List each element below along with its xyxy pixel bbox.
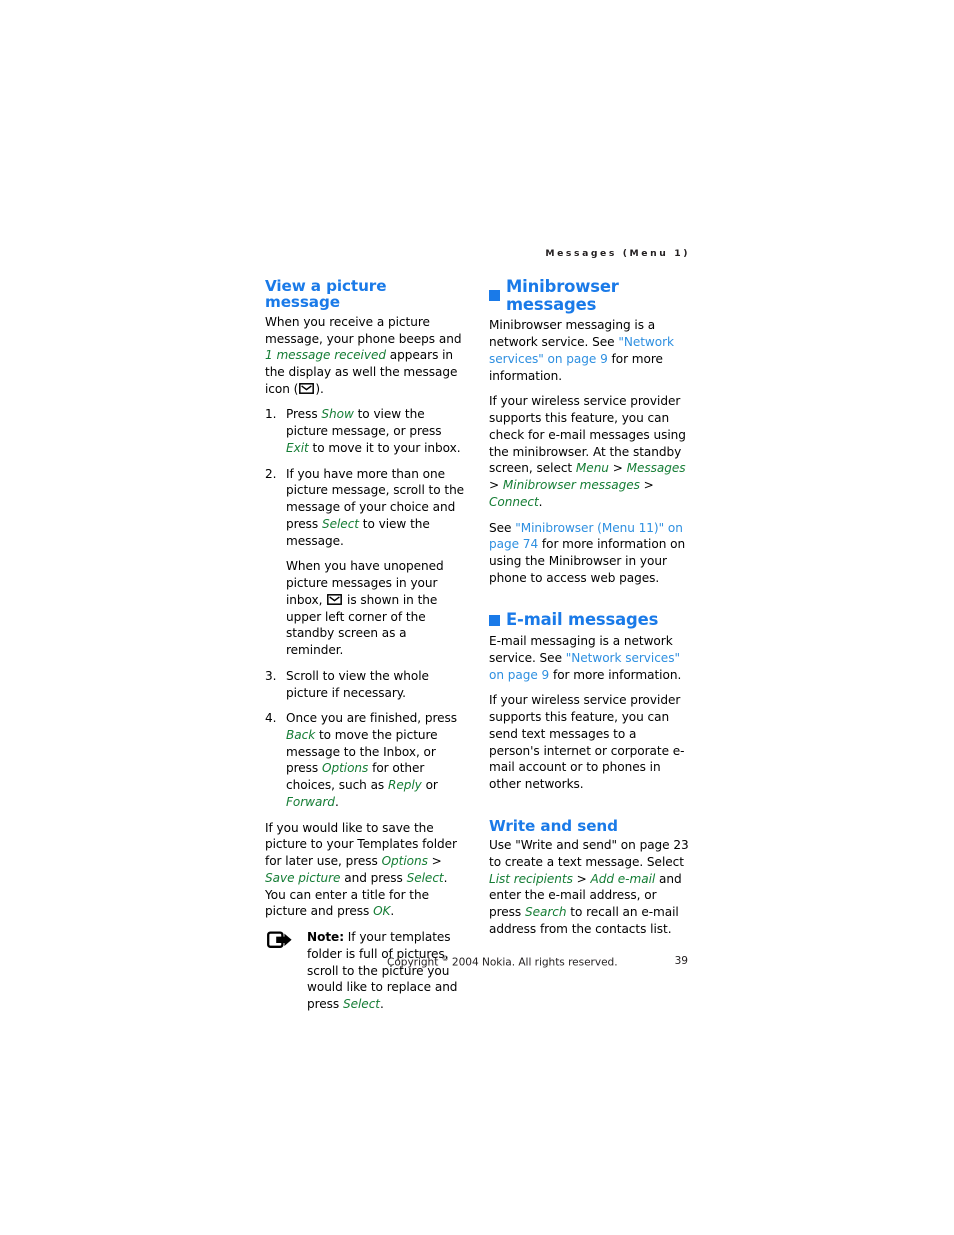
emphasis-menu: Menu [575,461,609,476]
text-segment: See [489,520,516,535]
paragraph-email-2: If your wireless service provider suppor… [489,693,685,792]
emphasis-save-picture: Save picture [265,870,341,885]
text-separator: > [608,461,627,476]
copyright-notice: Copyright © 2004 Nokia. All rights reser… [265,955,618,969]
text-segment: . [380,996,384,1011]
right-column: Minibrowser messages Minibrowser messagi… [489,278,690,947]
two-column-body: View a picture message When you receive … [265,278,690,1013]
heading-write-and-send: Write and send [489,816,618,835]
paragraph-save-picture: If you would like to save the picture to… [265,820,466,920]
step-number: 4. [265,711,277,726]
note-label: Note: [307,930,344,945]
text-segment: . [390,904,395,919]
text-separator: > [572,871,591,886]
emphasis-1-message-received: 1 message received [265,348,386,363]
copyright-symbol-icon: © [441,955,449,963]
text-separator: > [489,478,503,493]
text-segment: Use "Write and send" on page 23 to creat… [489,838,689,869]
text-segment: ). [315,381,324,396]
step-text: Once you are finished, press Back to mov… [286,710,466,810]
step-number: 2. [265,466,277,481]
list-item-step-3: 3. Scroll to view the whole picture if n… [265,668,466,701]
text-segment: Copyright [387,956,442,969]
left-column: View a picture message When you receive … [265,278,466,1013]
emphasis-show: Show [321,407,354,422]
step-text: Scroll to view the whole picture if nece… [286,668,466,701]
envelope-icon [327,593,343,605]
text-segment: Once you are finished, press [286,711,458,726]
text-segment: to move it to your inbox. [308,440,461,455]
emphasis-ok: OK [373,904,391,919]
heading-label: E-mail messages [506,610,659,630]
numbered-steps-list: 1. Press Show to view the picture messag… [265,406,466,810]
text-segment: Scroll to view the whole picture if nece… [286,668,429,700]
emphasis-select: Select [342,996,380,1011]
paragraph-write-and-send: Use "Write and send" on page 23 to creat… [489,837,690,937]
paragraph-minibrowser-1: Minibrowser messaging is a network servi… [489,317,690,384]
emphasis-messages: Messages [626,461,686,476]
text-segment: . [538,494,543,509]
text-segment: or [421,778,438,793]
text-separator: > [427,854,442,869]
step-text: If you have more than one picture messag… [286,466,466,550]
heading-view-a-picture-message: View a picture message [265,277,387,312]
emphasis-minibrowser-messages: Minibrowser messages [502,478,640,493]
note-block: Note: If your templates folder is full o… [265,929,466,1013]
paragraph-picture-intro: When you receive a picture message, your… [265,314,466,398]
section-marker-square-icon [489,614,500,626]
step-text: Press Show to view the picture message, … [286,406,466,456]
document-page: Messages (Menu 1) View a picture message… [0,0,954,1235]
emphasis-select: Select [406,870,444,885]
paragraph-email-1: E-mail messaging is a network service. S… [489,633,690,683]
text-segment: Press [286,407,322,422]
heading-email-messages: E-mail messages [489,611,690,629]
emphasis-back: Back [286,727,316,742]
text-segment: . [334,794,339,809]
emphasis-options: Options [321,761,369,776]
text-separator: > [639,478,654,493]
envelope-icon [299,382,315,394]
paragraph-minibrowser-3: See "Minibrowser (Menu 11)" on page 74 f… [489,520,690,587]
heading-minibrowser-messages: Minibrowser messages [489,278,690,313]
emphasis-list-recipients: List recipients [489,871,573,886]
text-segment: 2004 Nokia. All rights reserved. [448,956,618,969]
text-segment: for more information. [549,667,682,682]
emphasis-select: Select [321,516,359,531]
emphasis-forward: Forward [286,794,335,809]
text-segment: When you receive a picture message, your… [265,314,462,346]
note-arrow-icon [267,931,294,950]
step-number: 3. [265,668,277,683]
running-header: Messages (Menu 1) [545,248,690,259]
list-item-step-2: 2. If you have more than one picture mes… [265,466,466,659]
page-footer: Copyright © 2004 Nokia. All rights reser… [265,955,690,969]
emphasis-exit: Exit [286,440,309,455]
emphasis-search: Search [524,905,567,920]
emphasis-add-email: Add e-mail [590,871,656,886]
paragraph-minibrowser-2: If your wireless service provider suppor… [489,393,690,510]
emphasis-reply: Reply [387,778,422,793]
text-segment: and press [340,870,407,885]
section-marker-square-icon [489,290,500,302]
step-number: 1. [265,407,277,422]
step-text-continued: When you have unopened picture messages … [286,558,466,658]
emphasis-connect: Connect [489,494,539,509]
list-item-step-4: 4. Once you are finished, press Back to … [265,710,466,810]
emphasis-options: Options [381,854,428,869]
heading-label: Minibrowser messages [506,277,619,314]
page-number: 39 [674,955,688,967]
list-item-step-1: 1. Press Show to view the picture messag… [265,406,466,456]
